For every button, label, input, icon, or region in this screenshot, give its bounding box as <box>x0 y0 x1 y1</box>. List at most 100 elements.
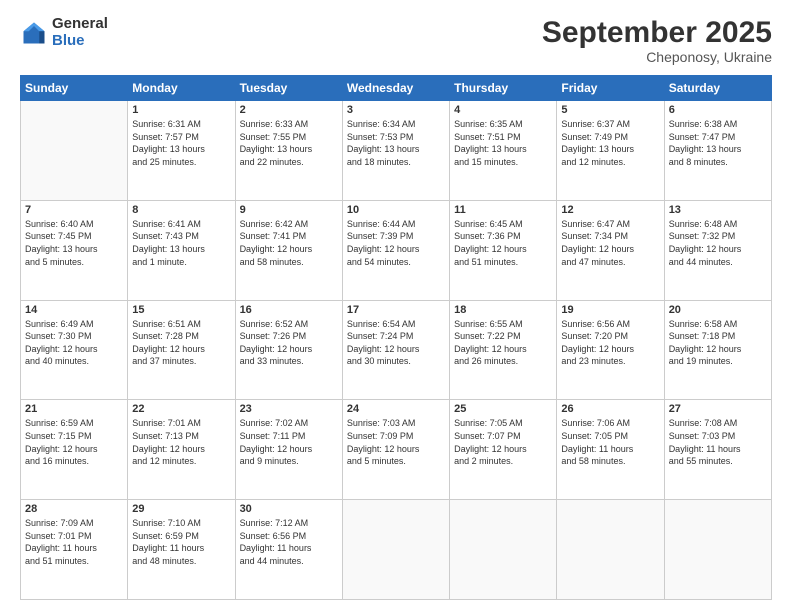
day-info: Sunrise: 7:01 AMSunset: 7:13 PMDaylight:… <box>132 417 230 467</box>
day-number: 9 <box>240 204 338 216</box>
weekday-header-monday: Monday <box>128 76 235 101</box>
day-number: 5 <box>561 104 659 116</box>
weekday-header-thursday: Thursday <box>450 76 557 101</box>
month-title: September 2025 <box>542 16 772 49</box>
calendar-cell: 24Sunrise: 7:03 AMSunset: 7:09 PMDayligh… <box>342 400 449 500</box>
day-info: Sunrise: 6:58 AMSunset: 7:18 PMDaylight:… <box>669 318 767 368</box>
week-row-2: 7 Sunrise: 6:40 AMSunset: 7:45 PMDaylight… <box>21 200 772 300</box>
day-info: Sunrise: 6:45 AMSunset: 7:36 PMDaylight:… <box>454 218 552 268</box>
day-info: Sunrise: 6:33 AMSunset: 7:55 PMDaylight:… <box>240 118 338 168</box>
day-info: Sunrise: 6:56 AMSunset: 7:20 PMDaylight:… <box>561 318 659 368</box>
day-info: Sunrise: 6:44 AMSunset: 7:39 PMDaylight:… <box>347 218 445 268</box>
calendar-cell: 23 Sunrise: 7:02 AMSunset: 7:11 PMDayligh… <box>235 400 342 500</box>
calendar-cell: 28 Sunrise: 7:09 AMSunset: 7:01 PMDayligh… <box>21 500 128 600</box>
calendar-cell: 18 Sunrise: 6:55 AMSunset: 7:22 PMDayligh… <box>450 300 557 400</box>
day-number: 7 <box>25 204 123 216</box>
weekday-header-wednesday: Wednesday <box>342 76 449 101</box>
logo-blue-text: Blue <box>52 33 108 50</box>
day-info: Sunrise: 6:59 AMSunset: 7:15 PMDaylight:… <box>25 417 123 467</box>
calendar-cell: 16 Sunrise: 6:52 AMSunset: 7:26 PMDayligh… <box>235 300 342 400</box>
day-number: 22 <box>132 403 230 415</box>
logo-icon <box>20 19 48 47</box>
weekday-header-friday: Friday <box>557 76 664 101</box>
day-info: Sunrise: 7:09 AMSunset: 7:01 PMDaylight:… <box>25 517 123 567</box>
calendar-cell: 8 Sunrise: 6:41 AMSunset: 7:43 PMDaylight… <box>128 200 235 300</box>
calendar-cell: 14 Sunrise: 6:49 AMSunset: 7:30 PMDayligh… <box>21 300 128 400</box>
calendar-cell: 27 Sunrise: 7:08 AMSunset: 7:03 PMDayligh… <box>664 400 771 500</box>
calendar-cell: 20 Sunrise: 6:58 AMSunset: 7:18 PMDayligh… <box>664 300 771 400</box>
day-number: 25 <box>454 403 552 415</box>
day-info: Sunrise: 7:08 AMSunset: 7:03 PMDaylight:… <box>669 417 767 467</box>
day-info: Sunrise: 6:48 AMSunset: 7:32 PMDaylight:… <box>669 218 767 268</box>
calendar-cell: 6Sunrise: 6:38 AMSunset: 7:47 PMDaylight… <box>664 101 771 201</box>
day-number: 21 <box>25 403 123 415</box>
week-row-1: 1 Sunrise: 6:31 AMSunset: 7:57 PMDaylight… <box>21 101 772 201</box>
logo: General Blue <box>20 16 108 49</box>
day-info: Sunrise: 7:05 AMSunset: 7:07 PMDaylight:… <box>454 417 552 467</box>
day-info: Sunrise: 6:34 AMSunset: 7:53 PMDaylight:… <box>347 118 445 168</box>
day-number: 1 <box>132 104 230 116</box>
day-number: 18 <box>454 304 552 316</box>
calendar-cell: 3 Sunrise: 6:34 AMSunset: 7:53 PMDaylight… <box>342 101 449 201</box>
title-block: September 2025 Cheponosy, Ukraine <box>542 16 772 65</box>
calendar-cell: 25 Sunrise: 7:05 AMSunset: 7:07 PMDayligh… <box>450 400 557 500</box>
calendar-cell: 7 Sunrise: 6:40 AMSunset: 7:45 PMDaylight… <box>21 200 128 300</box>
location-subtitle: Cheponosy, Ukraine <box>542 49 772 65</box>
day-info: Sunrise: 6:51 AMSunset: 7:28 PMDaylight:… <box>132 318 230 368</box>
calendar-cell: 9 Sunrise: 6:42 AMSunset: 7:41 PMDaylight… <box>235 200 342 300</box>
weekday-header-saturday: Saturday <box>664 76 771 101</box>
calendar-cell: 19Sunrise: 6:56 AMSunset: 7:20 PMDayligh… <box>557 300 664 400</box>
day-number: 15 <box>132 304 230 316</box>
calendar-cell: 15 Sunrise: 6:51 AMSunset: 7:28 PMDayligh… <box>128 300 235 400</box>
day-info: Sunrise: 6:52 AMSunset: 7:26 PMDaylight:… <box>240 318 338 368</box>
page: General Blue September 2025 Cheponosy, U… <box>0 0 792 612</box>
weekday-header-row: SundayMondayTuesdayWednesdayThursdayFrid… <box>21 76 772 101</box>
weekday-header-sunday: Sunday <box>21 76 128 101</box>
day-info: Sunrise: 7:10 AMSunset: 6:59 PMDaylight:… <box>132 517 230 567</box>
day-info: Sunrise: 6:37 AMSunset: 7:49 PMDaylight:… <box>561 118 659 168</box>
day-number: 14 <box>25 304 123 316</box>
day-info: Sunrise: 6:41 AMSunset: 7:43 PMDaylight:… <box>132 218 230 268</box>
calendar-table: SundayMondayTuesdayWednesdayThursdayFrid… <box>20 75 772 600</box>
calendar-cell: 29Sunrise: 7:10 AMSunset: 6:59 PMDayligh… <box>128 500 235 600</box>
calendar-cell: 17Sunrise: 6:54 AMSunset: 7:24 PMDayligh… <box>342 300 449 400</box>
day-number: 6 <box>669 104 767 116</box>
week-row-5: 28 Sunrise: 7:09 AMSunset: 7:01 PMDayligh… <box>21 500 772 600</box>
day-number: 2 <box>240 104 338 116</box>
weekday-header-tuesday: Tuesday <box>235 76 342 101</box>
day-number: 13 <box>669 204 767 216</box>
calendar-cell: 21 Sunrise: 6:59 AMSunset: 7:15 PMDayligh… <box>21 400 128 500</box>
calendar-cell <box>450 500 557 600</box>
day-number: 27 <box>669 403 767 415</box>
day-info: Sunrise: 6:40 AMSunset: 7:45 PMDaylight:… <box>25 218 123 268</box>
day-number: 3 <box>347 104 445 116</box>
calendar-cell: 5 Sunrise: 6:37 AMSunset: 7:49 PMDaylight… <box>557 101 664 201</box>
calendar-cell: 10 Sunrise: 6:44 AMSunset: 7:39 PMDayligh… <box>342 200 449 300</box>
calendar-cell: 26Sunrise: 7:06 AMSunset: 7:05 PMDayligh… <box>557 400 664 500</box>
day-info: Sunrise: 7:12 AMSunset: 6:56 PMDaylight:… <box>240 517 338 567</box>
calendar-cell: 12Sunrise: 6:47 AMSunset: 7:34 PMDayligh… <box>557 200 664 300</box>
day-info: Sunrise: 6:49 AMSunset: 7:30 PMDaylight:… <box>25 318 123 368</box>
day-info: Sunrise: 7:03 AMSunset: 7:09 PMDaylight:… <box>347 417 445 467</box>
day-info: Sunrise: 6:42 AMSunset: 7:41 PMDaylight:… <box>240 218 338 268</box>
calendar-cell: 30Sunrise: 7:12 AMSunset: 6:56 PMDayligh… <box>235 500 342 600</box>
calendar-cell <box>664 500 771 600</box>
day-number: 28 <box>25 503 123 515</box>
day-number: 23 <box>240 403 338 415</box>
day-info: Sunrise: 6:31 AMSunset: 7:57 PMDaylight:… <box>132 118 230 168</box>
day-info: Sunrise: 7:02 AMSunset: 7:11 PMDaylight:… <box>240 417 338 467</box>
day-number: 16 <box>240 304 338 316</box>
calendar-cell: 1 Sunrise: 6:31 AMSunset: 7:57 PMDaylight… <box>128 101 235 201</box>
calendar-cell: 4Sunrise: 6:35 AMSunset: 7:51 PMDaylight… <box>450 101 557 201</box>
day-number: 8 <box>132 204 230 216</box>
day-number: 11 <box>454 204 552 216</box>
calendar-cell <box>342 500 449 600</box>
day-number: 20 <box>669 304 767 316</box>
day-number: 12 <box>561 204 659 216</box>
week-row-3: 14 Sunrise: 6:49 AMSunset: 7:30 PMDayligh… <box>21 300 772 400</box>
day-info: Sunrise: 6:55 AMSunset: 7:22 PMDaylight:… <box>454 318 552 368</box>
day-number: 4 <box>454 104 552 116</box>
day-number: 10 <box>347 204 445 216</box>
week-row-4: 21 Sunrise: 6:59 AMSunset: 7:15 PMDayligh… <box>21 400 772 500</box>
logo-text: General Blue <box>52 16 108 49</box>
